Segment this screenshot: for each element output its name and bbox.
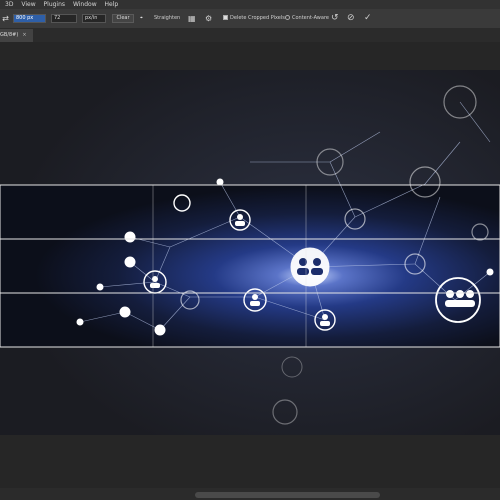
menu-item-plugins[interactable]: Plugins <box>44 1 66 8</box>
document-tab-label: GB/8#) <box>0 32 19 38</box>
cancel-icon[interactable]: ⊘ <box>347 14 355 23</box>
document-canvas[interactable] <box>0 42 500 435</box>
content-aware-checkbox[interactable] <box>285 15 290 20</box>
commit-check-icon[interactable]: ✓ <box>364 14 372 23</box>
document-tab[interactable]: GB/8#) × <box>0 29 33 42</box>
clear-button[interactable]: Clear <box>112 14 134 23</box>
scrollbar-thumb[interactable] <box>195 492 380 498</box>
content-aware-label: Content-Aware <box>292 15 329 21</box>
menu-item-window[interactable]: Window <box>73 1 97 8</box>
resolution-unit-select[interactable]: px/in <box>82 14 106 23</box>
crop-options-bar: ⇄ 800 px 72 px/in Clear ⌖ Straighten ▦ ⚙… <box>0 9 500 29</box>
document-tab-bar: GB/8#) × <box>0 28 500 43</box>
menu-item-help[interactable]: Help <box>105 1 119 8</box>
menu-bar: 3D View Plugins Window Help <box>0 0 500 9</box>
close-icon[interactable]: × <box>22 32 26 38</box>
menu-item-view[interactable]: View <box>21 1 35 8</box>
content-aware-option[interactable]: Content-Aware <box>285 14 329 23</box>
resolution-field[interactable]: 72 <box>51 14 77 23</box>
gear-icon[interactable]: ⚙ <box>205 14 212 23</box>
canvas-area[interactable] <box>0 42 500 500</box>
delete-cropped-option[interactable]: Delete Cropped Pixels <box>223 14 285 23</box>
delete-cropped-label: Delete Cropped Pixels <box>230 15 285 21</box>
width-field[interactable]: 800 px <box>13 14 46 23</box>
menu-item-3d[interactable]: 3D <box>5 1 13 8</box>
straighten-icon[interactable]: ⌖ <box>140 14 150 23</box>
swap-icon[interactable]: ⇄ <box>1 14 10 23</box>
reset-icon[interactable]: ↺ <box>331 14 339 23</box>
straighten-label[interactable]: Straighten <box>154 14 180 23</box>
grid-overlay-icon[interactable]: ▦ <box>188 14 196 23</box>
delete-cropped-checkbox[interactable] <box>223 15 228 20</box>
